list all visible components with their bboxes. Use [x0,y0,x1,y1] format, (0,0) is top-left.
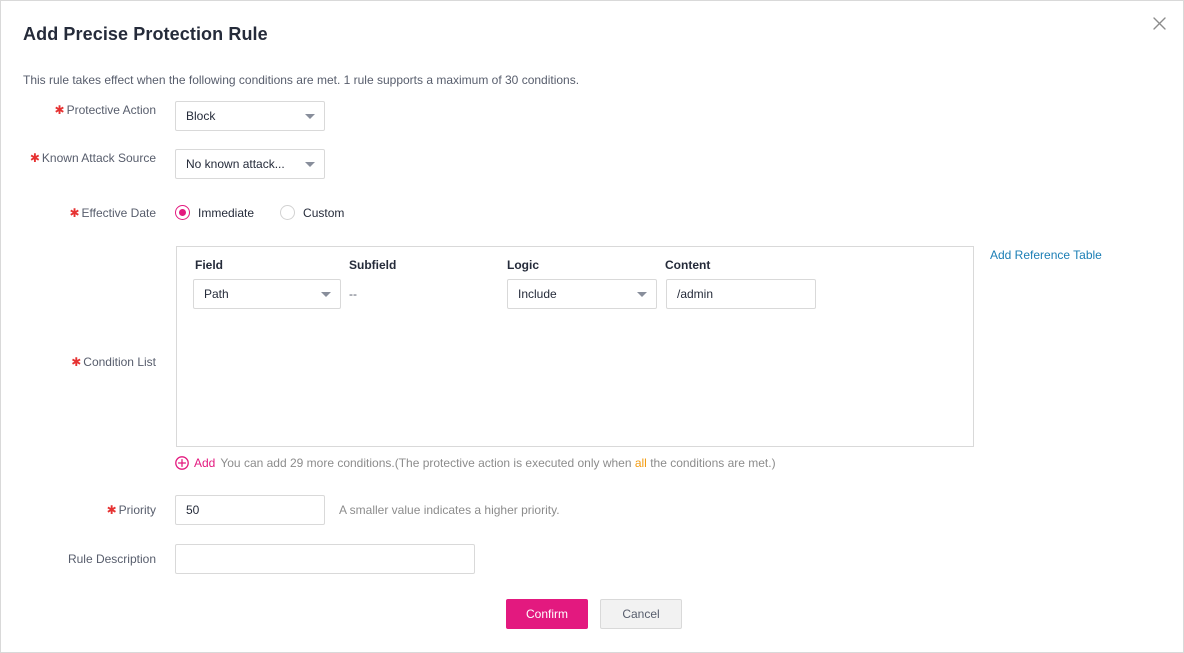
label-effective-date: ✱ Effective Date [69,206,156,220]
chevron-down-icon [637,292,647,297]
add-hint-highlight: all [634,456,647,470]
page-title: Add Precise Protection Rule [23,24,268,44]
priority-hint: A smaller value indicates a higher prior… [339,503,560,517]
chevron-down-icon [305,114,315,119]
dialog-description: This rule takes effect when the followin… [23,73,580,87]
condition-row: Path [193,279,341,309]
dialog-footer: Confirm Cancel [506,599,682,629]
required-marker: ✱ [106,503,117,517]
column-header-subfield: Subfield [349,258,397,272]
protective-action-value: Block [186,109,216,123]
condition-list-panel: Field Subfield Logic Content Path -- Inc… [176,246,974,447]
condition-subfield-cell: -- [349,279,357,309]
add-reference-table-link[interactable]: Add Reference Table [990,248,1102,262]
radio-indicator [280,205,296,220]
protective-action-select[interactable]: Block [175,101,325,131]
condition-content-cell: /admin [666,279,816,309]
radio-custom[interactable]: Custom [280,205,344,220]
label-known-attack-source: ✱ Known Attack Source [29,151,156,165]
add-condition-link[interactable]: Add [194,456,215,470]
add-condition-row: Add You can add 29 more conditions.(The … [175,456,776,470]
known-attack-source-select[interactable]: No known attack... [175,149,325,179]
condition-logic-cell: Include [507,279,657,309]
radio-immediate-label: Immediate [198,205,255,220]
condition-content-input[interactable]: /admin [666,279,816,309]
cancel-button[interactable]: Cancel [600,599,682,629]
add-condition-hint: You can add 29 more conditions.(The prot… [220,456,775,470]
chevron-down-icon [305,162,315,167]
required-marker: ✱ [69,206,80,220]
close-icon[interactable] [1145,9,1173,37]
required-marker: ✱ [71,355,82,369]
label-priority: ✱ Priority [106,503,156,517]
radio-indicator [175,205,190,220]
column-header-field: Field [195,258,224,272]
label-rule-description: Rule Description [67,552,156,566]
column-header-content: Content [665,258,711,272]
label-protective-action: ✱ Protective Action [54,103,156,117]
rule-description-input[interactable] [175,544,475,574]
column-header-logic: Logic [507,258,539,272]
known-attack-source-value: No known attack... [186,157,285,171]
radio-immediate[interactable]: Immediate [175,205,254,220]
priority-input[interactable]: 50 [175,495,325,525]
add-precise-protection-rule-dialog: Add Precise Protection Rule This rule ta… [0,0,1184,653]
condition-logic-select[interactable]: Include [507,279,657,309]
add-hint-after: the conditions are met.) [646,456,776,470]
condition-field-value: Path [204,287,229,301]
effective-date-radio-group: Immediate Custom [175,205,370,220]
radio-custom-label: Custom [303,205,345,220]
condition-logic-value: Include [518,287,557,301]
add-hint-before: You can add 29 more conditions.(The prot… [220,456,635,470]
required-marker: ✱ [29,151,40,165]
confirm-button[interactable]: Confirm [506,599,588,629]
chevron-down-icon [321,292,331,297]
plus-circle-icon[interactable] [175,456,189,470]
condition-field-select[interactable]: Path [193,279,341,309]
required-marker: ✱ [54,103,65,117]
condition-subfield-value: -- [349,287,357,301]
label-condition-list: ✱ Condition List [71,355,156,369]
